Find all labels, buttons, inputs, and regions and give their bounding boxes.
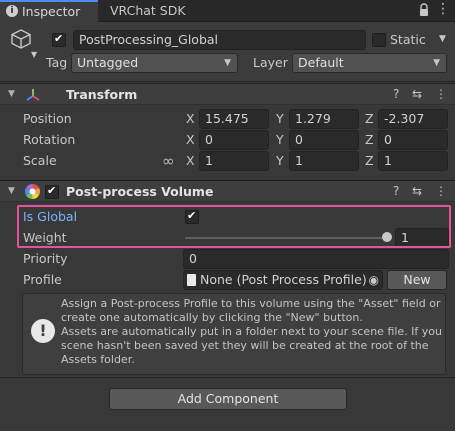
position-z-axis-label[interactable]: Z (365, 109, 374, 129)
gameobject-name-field[interactable]: PostProcessing_Global (73, 30, 366, 50)
gameobject-header: ▼ PostProcessing_Global Static ▼ Tag Unt… (0, 22, 455, 82)
foldout-arrow-icon[interactable]: ▼ (8, 84, 15, 105)
transform-header[interactable]: ▼ Transform ? ⇆ ⋮ (0, 83, 455, 105)
static-dropdown-arrow-icon[interactable]: ▼ (439, 34, 446, 44)
rotation-x-field[interactable]: 0 (199, 130, 269, 150)
highlight-box (17, 205, 451, 248)
position-label: Position (23, 111, 72, 126)
scale-label: Scale (23, 153, 57, 168)
help-icon[interactable]: ? (393, 181, 399, 202)
constrain-proportions-link-icon[interactable]: ∞ (162, 151, 175, 171)
lock-icon[interactable] (419, 3, 429, 17)
rotation-y-field[interactable]: 0 (289, 130, 359, 150)
more-options-icon[interactable]: ⋮ (435, 84, 447, 105)
rotation-z-field[interactable]: 0 (378, 130, 448, 150)
layer-label: Layer (253, 55, 288, 70)
tab-inspector[interactable]: i Inspector (0, 0, 98, 22)
tag-label: Tag (46, 55, 68, 70)
transform-icon (25, 87, 41, 106)
cube-icon (10, 28, 32, 53)
divider (0, 377, 455, 378)
rotation-y-axis-label[interactable]: Y (276, 130, 284, 150)
priority-row: Priority 0 (0, 249, 455, 269)
transform-title: Transform (66, 87, 138, 102)
chevron-down-icon: ▼ (433, 58, 440, 68)
add-component-button[interactable]: Add Component (109, 388, 347, 410)
profile-value: None (Post Process Profile) (200, 272, 367, 287)
transform-rotation-row: Rotation X 0 Y 0 Z 0 (0, 130, 455, 151)
tab-inspector-label: Inspector (22, 4, 81, 19)
more-options-icon[interactable]: ⋮ (435, 181, 447, 202)
tab-bar: i Inspector VRChat SDK ⋮ (0, 0, 455, 22)
scale-x-field[interactable]: 1 (199, 151, 269, 171)
foldout-arrow-icon[interactable]: ▼ (8, 181, 15, 202)
position-y-axis-label[interactable]: Y (276, 109, 284, 129)
rotation-label: Rotation (23, 132, 76, 147)
icon-dropdown-arrow-icon[interactable]: ▼ (31, 50, 37, 59)
tab-vrchat-sdk[interactable]: VRChat SDK (100, 0, 220, 22)
profile-object-field[interactable]: None (Post Process Profile) ◉ (183, 270, 383, 290)
help-box: ! Assign a Post-process Profile to this … (22, 293, 446, 375)
post-process-volume-header[interactable]: ▼ Post-process Volume ? ⇆ ⋮ (0, 180, 455, 202)
transform-position-row: Position X 15.475 Y 1.279 Z -2.307 (0, 109, 455, 130)
scale-y-axis-label[interactable]: Y (276, 151, 284, 171)
more-options-icon[interactable]: ⋮ (436, 1, 450, 17)
layer-value: Default (298, 55, 344, 70)
priority-label: Priority (23, 251, 68, 266)
post-process-volume-enabled-checkbox[interactable] (45, 184, 59, 199)
static-label: Static (390, 32, 426, 47)
layer-dropdown[interactable]: Default ▼ (292, 53, 447, 73)
profile-row: Profile None (Post Process Profile) ◉ Ne… (0, 270, 455, 290)
info-icon: i (6, 5, 18, 17)
scale-z-axis-label[interactable]: Z (365, 151, 374, 171)
scale-x-axis-label[interactable]: X (186, 151, 195, 171)
rotation-z-axis-label[interactable]: Z (365, 130, 374, 150)
chevron-down-icon: ▼ (224, 58, 231, 68)
position-y-field[interactable]: 1.279 (289, 109, 359, 129)
rotation-x-axis-label[interactable]: X (186, 130, 195, 150)
help-text: Assign a Post-process Profile to this vo… (61, 297, 443, 366)
profile-label: Profile (23, 272, 62, 287)
static-checkbox[interactable] (372, 33, 386, 47)
post-process-volume-title: Post-process Volume (66, 184, 214, 199)
help-icon[interactable]: ? (393, 84, 399, 105)
gameobject-active-checkbox[interactable] (52, 32, 66, 47)
new-profile-button[interactable]: New (387, 270, 447, 290)
tag-value: Untagged (77, 55, 139, 70)
transform-scale-row: Scale ∞ X 1 Y 1 Z 1 (0, 151, 455, 172)
presets-icon[interactable]: ⇆ (412, 181, 422, 202)
scale-y-field[interactable]: 1 (289, 151, 359, 171)
alert-icon: ! (31, 319, 55, 343)
tab-vrchat-sdk-label: VRChat SDK (110, 3, 186, 18)
post-process-volume-icon (24, 183, 41, 203)
scale-z-field[interactable]: 1 (378, 151, 448, 171)
priority-field[interactable]: 0 (183, 249, 449, 269)
object-picker-target-icon[interactable]: ◉ (369, 271, 379, 289)
position-x-axis-label[interactable]: X (186, 109, 195, 129)
tag-dropdown[interactable]: Untagged ▼ (71, 53, 238, 73)
file-icon (187, 274, 196, 286)
position-z-field[interactable]: -2.307 (378, 109, 448, 129)
presets-icon[interactable]: ⇆ (412, 84, 422, 105)
position-x-field[interactable]: 15.475 (199, 109, 269, 129)
